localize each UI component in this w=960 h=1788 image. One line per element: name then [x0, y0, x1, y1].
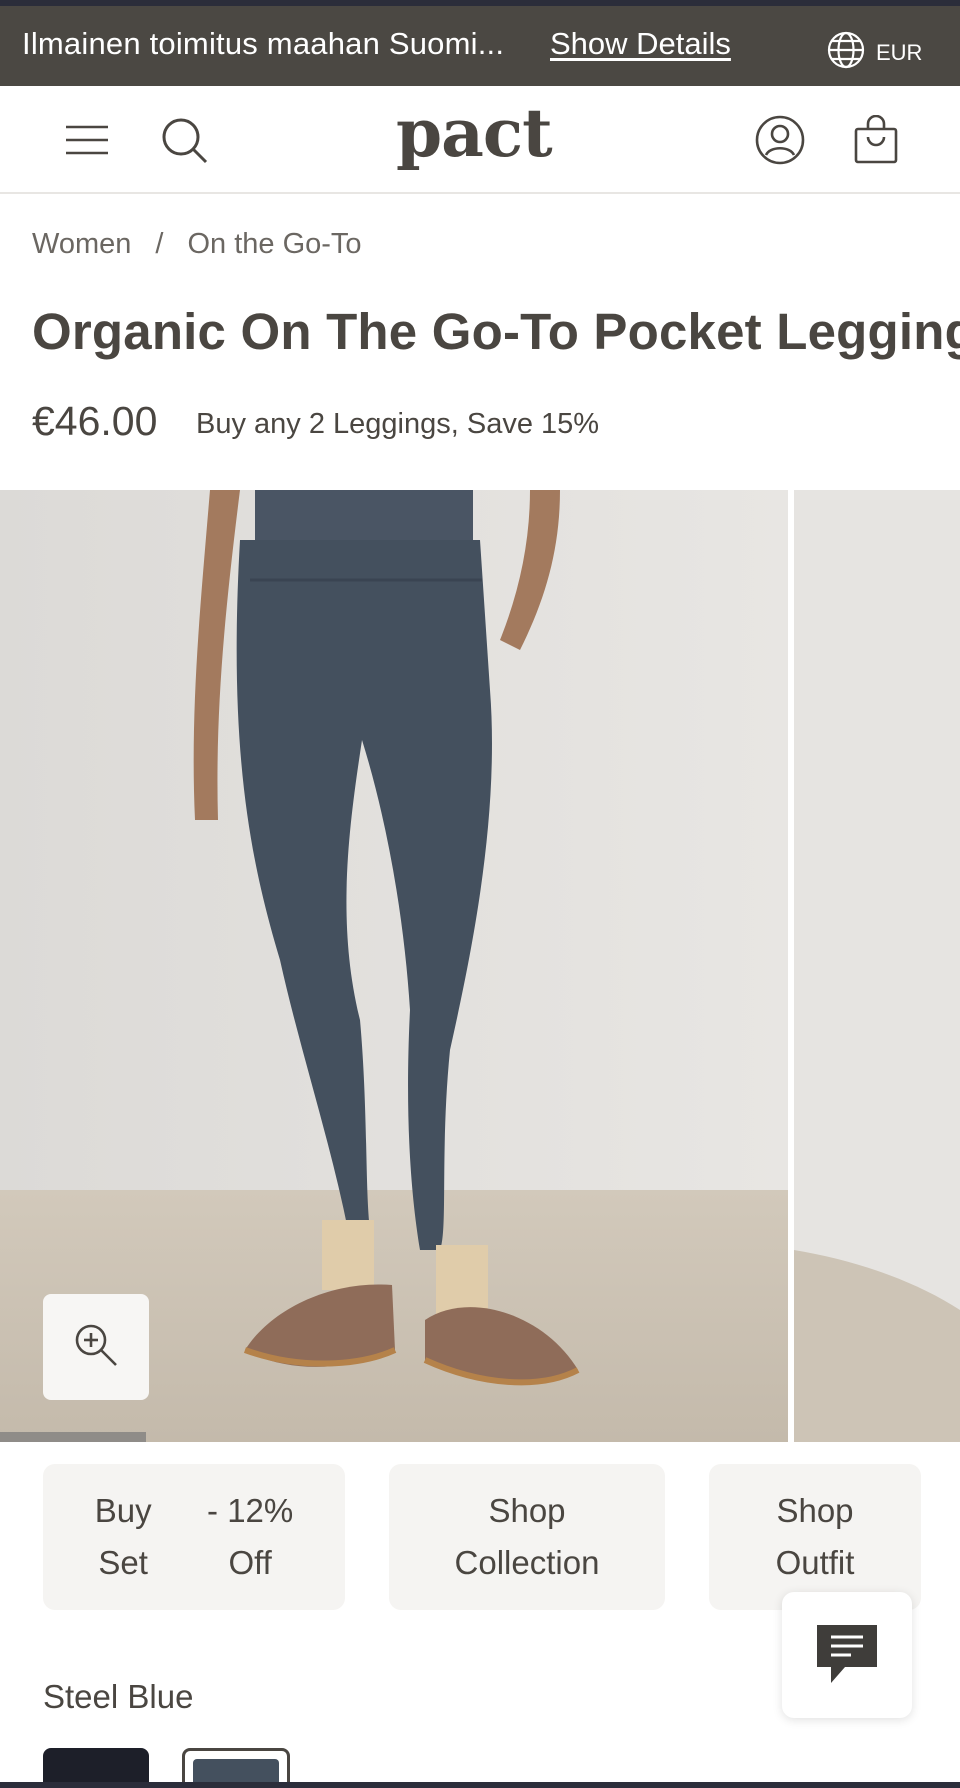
product-title: Organic On The Go-To Pocket Legging: [32, 303, 960, 360]
gallery-progress-bar: [0, 1432, 146, 1442]
shop-outfit-line2: Outfit: [775, 1544, 855, 1581]
multi-buy-promo: Buy any 2 Leggings, Save 15%: [196, 408, 600, 440]
buy-set-button[interactable]: Buy Set - 12% Off: [43, 1464, 345, 1610]
product-gallery[interactable]: [0, 490, 960, 1442]
breadcrumb-on-the-go-to[interactable]: On the Go-To: [187, 228, 361, 261]
chat-icon: [815, 1621, 879, 1690]
bottom-edge-bar: [0, 1782, 960, 1788]
buy-set-discount-line2: Off: [228, 1544, 272, 1581]
shop-outfit-line1: Shop: [776, 1492, 854, 1529]
shop-collection-line1: Shop: [488, 1492, 566, 1529]
account-icon[interactable]: [754, 114, 806, 166]
buy-set-label-line1: Buy: [94, 1492, 152, 1529]
buy-set-label-line2: Set: [98, 1544, 148, 1581]
show-details-link[interactable]: Show Details: [550, 26, 731, 62]
promo-text: Ilmainen toimitus maahan Suomi...: [22, 26, 505, 61]
product-price: €46.00: [32, 398, 158, 444]
globe-icon: [826, 30, 866, 75]
search-icon[interactable]: [160, 116, 210, 166]
currency-label: EUR: [876, 39, 923, 65]
chat-button[interactable]: [782, 1592, 912, 1718]
promo-bar: Ilmainen toimitus maahan Suomi... Show D…: [0, 6, 960, 86]
bag-icon[interactable]: [852, 114, 900, 166]
menu-icon[interactable]: [64, 120, 110, 160]
zoom-in-icon: [73, 1322, 119, 1373]
currency-selector[interactable]: EUR: [826, 30, 922, 75]
shop-collection-button[interactable]: Shop Collection: [389, 1464, 665, 1610]
selected-color-label: Steel Blue: [43, 1678, 194, 1715]
product-image-next[interactable]: [794, 490, 960, 1442]
breadcrumb-separator: /: [155, 228, 164, 260]
shop-outfit-button[interactable]: Shop Outfit: [709, 1464, 921, 1610]
site-header: pact: [0, 86, 960, 194]
shop-collection-line2: Collection: [454, 1544, 600, 1581]
buy-set-discount-line1: - 12%: [207, 1492, 294, 1529]
zoom-button[interactable]: [43, 1294, 149, 1400]
breadcrumb: Women / On the Go-To: [32, 228, 362, 261]
breadcrumb-women[interactable]: Women: [32, 228, 131, 261]
pact-logo[interactable]: pact: [396, 94, 553, 172]
